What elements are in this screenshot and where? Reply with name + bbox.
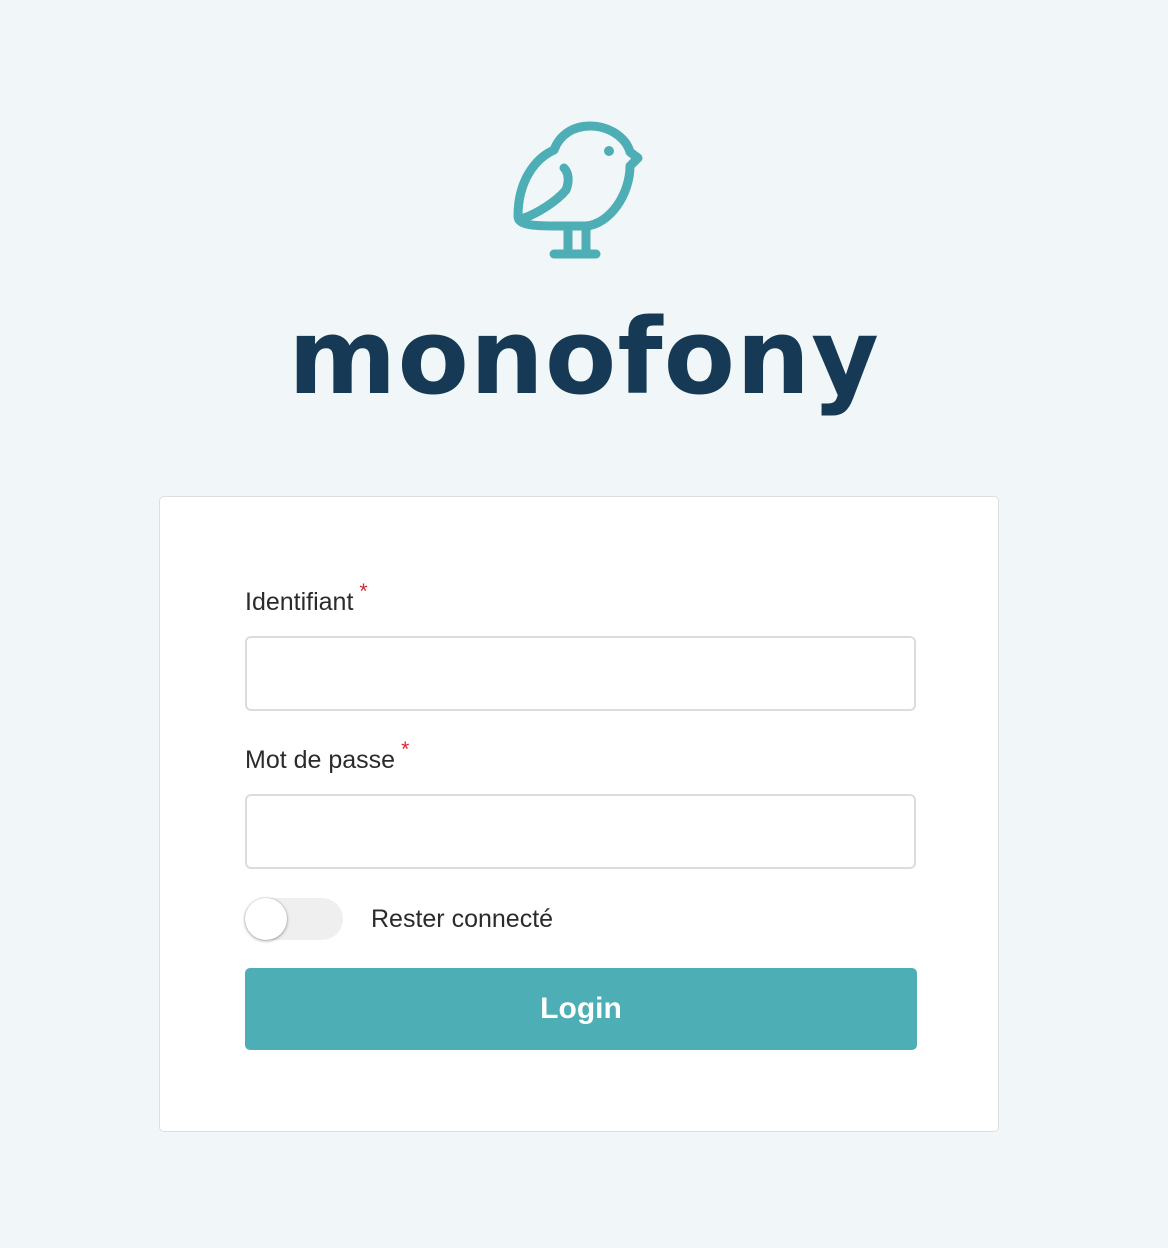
brand-wordmark: monofony: [288, 296, 880, 418]
username-input[interactable]: [245, 636, 916, 711]
login-card: Identifiant * Mot de passe * Rester connec…: [159, 496, 999, 1132]
required-marker: *: [401, 738, 410, 761]
password-label: Mot de passe *: [245, 738, 409, 777]
required-marker: *: [359, 580, 368, 603]
username-label-text: Identifiant: [245, 588, 354, 616]
username-label: Identifiant *: [245, 580, 368, 619]
password-label-text: Mot de passe: [245, 746, 396, 774]
remember-me-label: Rester connecté: [371, 905, 554, 933]
password-input[interactable]: [245, 794, 916, 869]
toggle-knob: [245, 898, 287, 940]
bird-icon: [513, 121, 643, 259]
login-button[interactable]: Login: [245, 968, 917, 1050]
remember-me-toggle[interactable]: [245, 898, 343, 940]
